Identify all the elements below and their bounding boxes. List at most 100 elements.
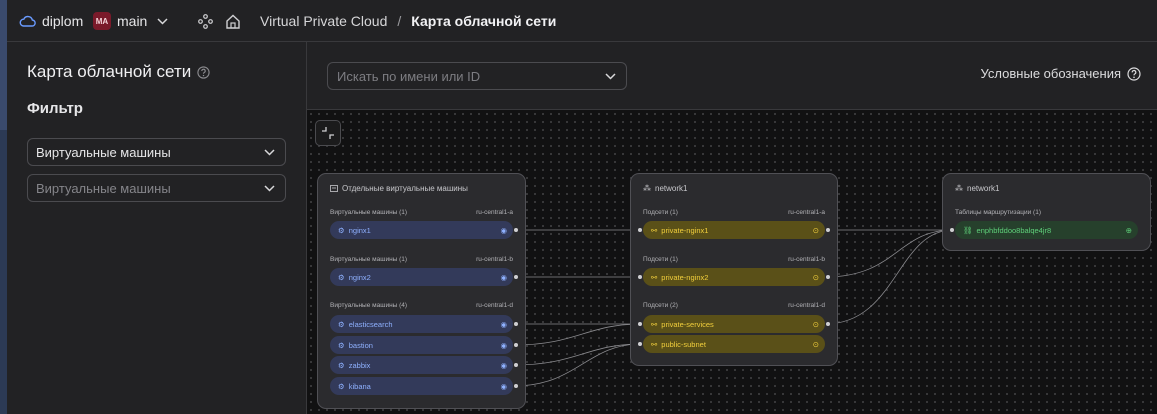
vm-nginx1[interactable]: ⚙ nginx1 ◉ (330, 221, 518, 239)
section-label: Виртуальные машины (1) (330, 256, 408, 263)
subnet-status-icon: ⊙ (812, 225, 819, 235)
subnet-private-nginx1[interactable]: ⚯ private-nginx1 ⊙ (638, 221, 830, 239)
chevron-down-icon (264, 148, 275, 156)
chevron-down-icon (264, 184, 275, 192)
vm-icon: ⚙ (338, 340, 345, 350)
vm-status-icon: ◉ (500, 225, 507, 235)
cloud-selector[interactable]: diplom (19, 0, 83, 42)
legend-label: Условные обозначения (980, 66, 1121, 81)
section-label: Подсети (1) (643, 256, 678, 263)
section-zone: ru-central1-a (476, 209, 513, 216)
vm-section-b: Виртуальные машины (1) ru-central1-b (330, 256, 513, 263)
search-input[interactable]: Искать по имени или ID (327, 62, 627, 90)
subnet-public-subnet[interactable]: ⚯ public-subnet ⊙ (638, 335, 825, 353)
route-table-name: enphbfddoo8balqe4jr8 (976, 225, 1052, 235)
map-toolbar: Искать по имени или ID Условные обозначе… (307, 42, 1157, 110)
subnet-status-icon: ⊙ (812, 272, 819, 282)
vm-zabbix[interactable]: ⚙ zabbix ◉ (330, 356, 518, 374)
structure-icon[interactable] (198, 0, 213, 42)
section-label: Таблицы маршрутизации (1) (955, 209, 1041, 216)
subnet-section-b: Подсети (1) ru-central1-b (643, 256, 825, 263)
home-icon[interactable] (225, 0, 241, 42)
vm-icon: ⚙ (338, 225, 345, 235)
vm-group-title: Отдельные виртуальные машины (342, 184, 468, 193)
section-zone: ru-central1-b (788, 256, 825, 263)
network-icon: ⁂ (955, 184, 963, 193)
collapse-icon (321, 126, 335, 140)
section-label: Виртуальные машины (1) (330, 209, 408, 216)
subnet-section-a: Подсети (1) ru-central1-a (643, 209, 825, 216)
subnet-icon: ⚯ (651, 272, 658, 282)
breadcrumb-separator: / (397, 13, 402, 29)
route-status-icon: ⊕ (1125, 225, 1132, 235)
subnet-name: private-nginx2 (661, 272, 709, 282)
chevron-down-icon (605, 72, 616, 80)
vm-icon: ⚙ (338, 319, 345, 329)
vm-kibana[interactable]: ⚙ kibana ◉ (330, 377, 518, 395)
help-icon (1127, 66, 1141, 81)
vm-name: zabbix (348, 360, 371, 370)
vm-name: kibana (348, 381, 371, 391)
resource-filter-select[interactable]: Виртуальные машины (27, 174, 286, 202)
vm-group-icon (330, 185, 338, 192)
filter-label: Фильтр (27, 100, 83, 117)
section-zone: ru-central1-d (788, 302, 825, 309)
folder-name: main (117, 13, 148, 29)
vm-status-icon: ◉ (500, 360, 507, 370)
vm-status-icon: ◉ (500, 272, 507, 282)
vm-name: nginx2 (348, 272, 371, 282)
vm-status-icon: ◉ (500, 381, 507, 391)
resource-type-select[interactable]: Виртуальные машины (27, 138, 286, 166)
vm-name: bastion (348, 340, 373, 350)
section-label: Виртуальные машины (4) (330, 302, 408, 309)
vm-icon: ⚙ (338, 360, 345, 370)
subnet-status-icon: ⊙ (812, 339, 819, 349)
breadcrumb-current: Карта облачной сети (411, 13, 557, 29)
subnet-name: public-subnet (661, 339, 706, 349)
left-edge-strip (0, 0, 7, 414)
network-group: ⁂ network1 Подсети (1) ru-central1-a ⚯ pr… (630, 173, 838, 366)
network-group-title: network1 (655, 184, 688, 193)
subnet-status-icon: ⊙ (812, 319, 819, 329)
route-group-title: network1 (967, 184, 1000, 193)
folder-badge: МА (93, 12, 111, 30)
cloud-icon (19, 15, 36, 27)
collapse-view-button[interactable] (315, 120, 341, 146)
subnet-icon: ⚯ (651, 339, 658, 349)
vm-group-title-row: Отдельные виртуальные машины (330, 184, 468, 193)
vm-bastion[interactable]: ⚙ bastion ◉ (330, 336, 518, 354)
network-icon: ⁂ (643, 184, 651, 193)
page-title: Карта облачной сети (27, 62, 192, 81)
vm-nginx2[interactable]: ⚙ nginx2 ◉ (330, 268, 518, 286)
resource-filter-placeholder: Виртуальные машины (36, 180, 171, 196)
legend-button[interactable]: Условные обозначения (981, 66, 1141, 81)
section-zone: ru-central1-b (476, 256, 513, 263)
top-bar: diplom МА main Virtual Private Cloud / К… (7, 0, 1157, 42)
subnet-name: private-services (661, 319, 714, 329)
help-icon[interactable] (197, 65, 210, 79)
sidebar-title-row: Карта облачной сети (27, 62, 210, 82)
subnet-icon: ⚯ (651, 319, 658, 329)
chevron-down-icon[interactable] (157, 17, 168, 25)
network-map-canvas[interactable]: Отдельные виртуальные машины Виртуальные… (307, 110, 1157, 414)
folder-selector[interactable]: МА main (93, 0, 168, 42)
vm-status-icon: ◉ (500, 340, 507, 350)
subnet-private-nginx2[interactable]: ⚯ private-nginx2 ⊙ (638, 268, 830, 286)
subnet-name: private-nginx1 (661, 225, 709, 235)
vm-name: nginx1 (348, 225, 371, 235)
subnet-section-d: Подсети (2) ru-central1-d (643, 302, 825, 309)
vm-icon: ⚙ (338, 381, 345, 391)
route-table-group: ⁂ network1 Таблицы маршрутизации (1) ⛓ en… (942, 173, 1151, 251)
breadcrumb: Virtual Private Cloud / Карта облачной с… (260, 0, 556, 42)
route-table-item[interactable]: ⛓ enphbfddoo8balqe4jr8 ⊕ (950, 221, 1138, 239)
vm-elasticsearch[interactable]: ⚙ elasticsearch ◉ (330, 315, 518, 333)
section-label: Подсети (2) (643, 302, 678, 309)
vm-icon: ⚙ (338, 272, 345, 282)
section-label: Подсети (1) (643, 209, 678, 216)
vm-status-icon: ◉ (500, 319, 507, 329)
subnet-private-services[interactable]: ⚯ private-services ⊙ (638, 315, 830, 333)
route-icon: ⛓ (963, 225, 973, 235)
route-section: Таблицы маршрутизации (1) (955, 209, 1138, 216)
breadcrumb-service[interactable]: Virtual Private Cloud (260, 13, 387, 29)
sidebar: Карта облачной сети Фильтр Виртуальные м… (7, 42, 307, 414)
